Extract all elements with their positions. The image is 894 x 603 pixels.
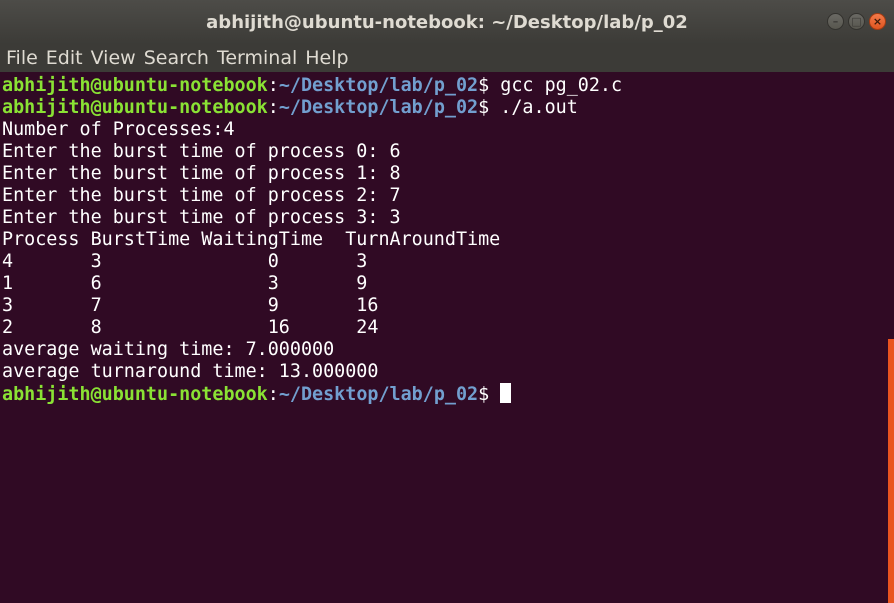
text-cursor [500,383,512,403]
close-icon[interactable]: × [869,13,886,30]
output-line: average turnaround time: 13.000000 [2,361,379,382]
prompt-user-host: abhijith@ubuntu-notebook [2,97,268,118]
prompt-line: abhijith@ubuntu-notebook:~/Desktop/lab/p… [0,75,622,97]
menu-search[interactable]: Search [138,44,209,72]
command-text: gcc pg_02.c [500,75,623,96]
prompt-symbol: $ [478,75,501,96]
prompt-separator: : [267,75,279,96]
output-line: Enter the burst time of process 1: 8 [2,163,401,184]
menu-edit[interactable]: Edit [40,44,83,72]
output-line: 3 7 9 16 [2,295,379,316]
prompt-user-host: abhijith@ubuntu-notebook [2,384,268,405]
title-bar[interactable]: abhijith@ubuntu-notebook: ~/Desktop/lab/… [0,0,894,44]
output-line: 1 6 3 9 [2,273,368,294]
terminal-window: abhijith@ubuntu-notebook: ~/Desktop/lab/… [0,0,894,603]
command-text: ./a.out [500,97,578,118]
output-line: 4 3 0 3 [2,251,368,272]
prompt-user-host: abhijith@ubuntu-notebook [2,75,268,96]
prompt-symbol: $ [478,384,501,405]
menu-file[interactable]: File [0,44,38,72]
terminal-output-area[interactable]: abhijith@ubuntu-notebook:~/Desktop/lab/p… [0,72,888,603]
prompt-line: abhijith@ubuntu-notebook:~/Desktop/lab/p… [0,383,622,405]
window-title: abhijith@ubuntu-notebook: ~/Desktop/lab/… [206,11,688,33]
output-line: average waiting time: 7.000000 [2,339,335,360]
menu-bar: File Edit View Search Terminal Help [0,44,894,72]
window-controls: – □ × [827,13,886,30]
menu-terminal[interactable]: Terminal [211,44,297,72]
prompt-separator: : [267,384,279,405]
output-line: 2 8 16 24 [2,317,379,338]
output-line: Enter the burst time of process 2: 7 [2,185,401,206]
scrollbar[interactable] [888,72,894,603]
prompt-separator: : [267,97,279,118]
menu-help[interactable]: Help [299,44,348,72]
output-line: Number of Processes:4 [2,119,235,140]
output-line: Process BurstTime WaitingTime TurnAround… [2,229,501,250]
prompt-symbol: $ [478,97,501,118]
output-line: Enter the burst time of process 3: 3 [2,207,401,228]
prompt-path: ~/Desktop/lab/p_02 [278,384,479,405]
menu-view[interactable]: View [85,44,136,72]
maximize-icon[interactable]: □ [848,13,865,30]
prompt-path: ~/Desktop/lab/p_02 [278,97,479,118]
output-line: Enter the burst time of process 0: 6 [2,141,401,162]
prompt-line: abhijith@ubuntu-notebook:~/Desktop/lab/p… [0,97,622,119]
minimize-icon[interactable]: – [827,13,844,30]
scrollbar-thumb[interactable] [888,339,894,603]
prompt-path: ~/Desktop/lab/p_02 [278,75,479,96]
